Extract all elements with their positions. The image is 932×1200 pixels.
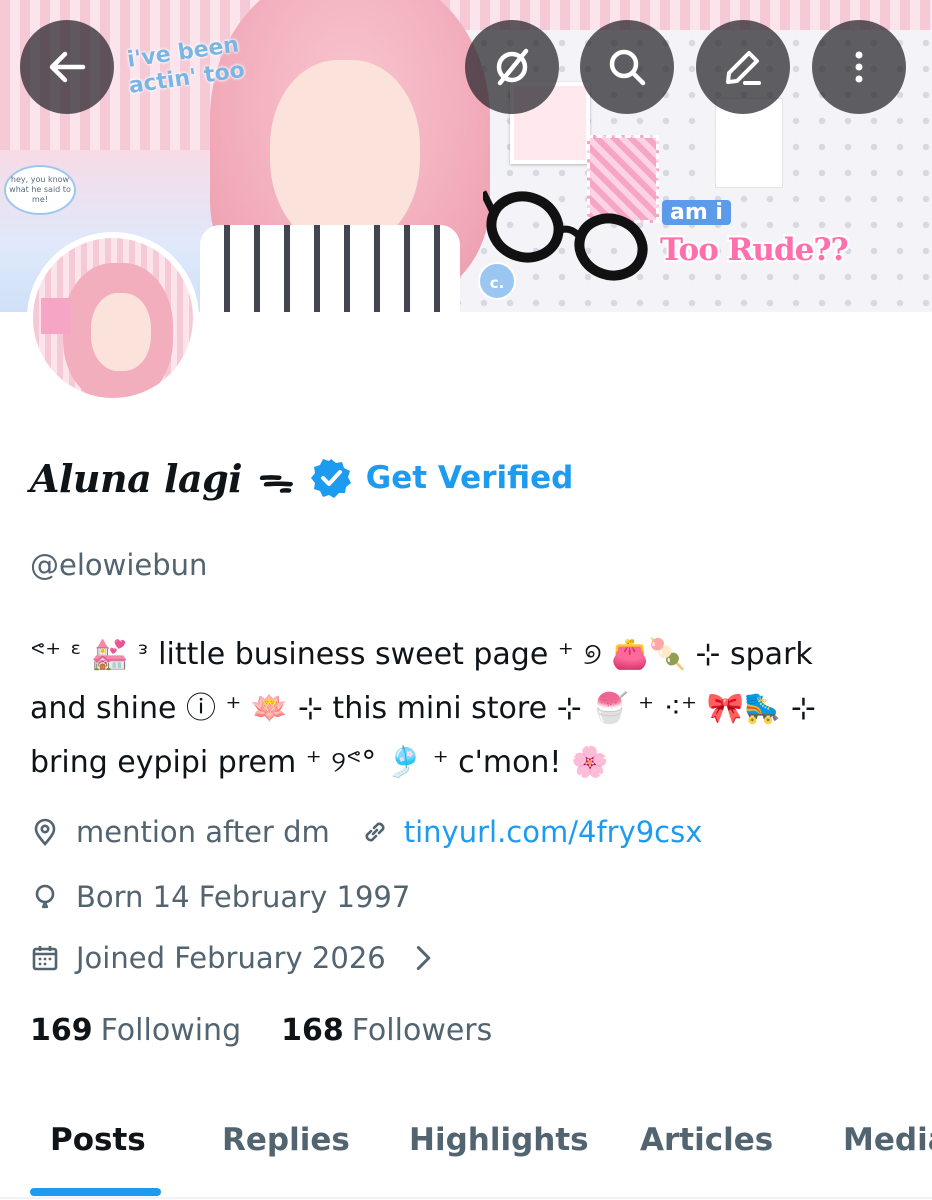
- back-arrow-icon: [49, 51, 86, 83]
- location-row: mention after dm tinyurl.com/4fry9csx: [30, 815, 702, 849]
- banner-portrait-face: [270, 60, 420, 250]
- bio-line: bring eypipi prem ⁺ ୨ᕝ° 🎐 ⁺ c'mon! 🌸: [30, 745, 609, 780]
- bio-line: ᕝ⁺ ᵋ 💒 ᵌ little business sweet page ⁺ ୭ …: [30, 637, 813, 672]
- avatar-clover: [41, 298, 71, 334]
- chevron-right-icon: [416, 946, 431, 970]
- banner-c-badge: c.: [478, 262, 516, 300]
- joined-row[interactable]: Joined February 2026: [30, 941, 454, 975]
- link-icon: [365, 822, 385, 842]
- grok-icon: [496, 48, 529, 86]
- display-name: Aluna lagi ᯓ: [30, 456, 292, 501]
- avatar-face: [91, 293, 151, 371]
- back-button[interactable]: [20, 20, 114, 114]
- avatar[interactable]: [27, 232, 199, 404]
- tab-articles[interactable]: Articles: [640, 1122, 773, 1158]
- website-link-row[interactable]: tinyurl.com/4fry9csx: [360, 815, 703, 849]
- follow-stats: 169 Following 168 Followers: [30, 1013, 532, 1048]
- birthday-icon: [35, 884, 55, 909]
- tab-media[interactable]: Media: [843, 1122, 932, 1158]
- active-tab-indicator: [30, 1188, 161, 1196]
- followers-label: Followers: [351, 1013, 493, 1048]
- calendar-icon: [32, 946, 58, 971]
- followers-stat[interactable]: 168 Followers: [281, 1013, 492, 1048]
- avatar-image: [33, 238, 193, 398]
- following-stat[interactable]: 169 Following: [30, 1013, 241, 1048]
- verified-badge-icon[interactable]: [310, 457, 352, 499]
- search-button[interactable]: [580, 20, 674, 114]
- joined-text: Joined February 2026: [76, 941, 386, 975]
- website-link[interactable]: tinyurl.com/4fry9csx: [404, 815, 703, 849]
- following-count: 169: [30, 1013, 93, 1048]
- bio: ᕝ⁺ ᵋ 💒 ᵌ little business sweet page ⁺ ୭ …: [30, 628, 910, 790]
- following-label: Following: [100, 1013, 242, 1048]
- banner-portrait-shirt: [200, 225, 460, 312]
- tab-posts[interactable]: Posts: [50, 1122, 146, 1158]
- edit-icon: [726, 51, 761, 85]
- bio-line: and shine ⓘ ⁺ 🪷 ⊹ this mini store ⊹ 🍧 ⁺ …: [30, 691, 816, 726]
- profile-tabs: Posts Replies Highlights Articles Media: [0, 1100, 932, 1200]
- grok-button[interactable]: [465, 20, 559, 114]
- location-text: mention after dm: [76, 815, 330, 849]
- tab-replies[interactable]: Replies: [222, 1122, 350, 1158]
- handle: @elowiebun: [30, 548, 208, 582]
- more-options-button[interactable]: [812, 20, 906, 114]
- tab-highlights[interactable]: Highlights: [409, 1122, 589, 1158]
- search-icon: [609, 49, 646, 86]
- edit-button[interactable]: [696, 20, 790, 114]
- more-icon: [855, 51, 863, 83]
- banner-am-i-label: am i: [662, 200, 731, 225]
- get-verified-link[interactable]: Get Verified: [366, 460, 574, 496]
- birthday-row: Born 14 February 1997: [30, 880, 410, 914]
- name-row: Aluna lagi ᯓ Get Verified: [30, 448, 573, 508]
- banner-too-rude-label: Too Rude??: [660, 232, 849, 268]
- tabs-divider: [0, 1197, 932, 1199]
- location-icon: [34, 818, 56, 846]
- followers-count: 168: [281, 1013, 344, 1048]
- birthday-text: Born 14 February 1997: [76, 880, 411, 914]
- banner-speech-bubble: hey, you know what he said to me!: [4, 165, 76, 215]
